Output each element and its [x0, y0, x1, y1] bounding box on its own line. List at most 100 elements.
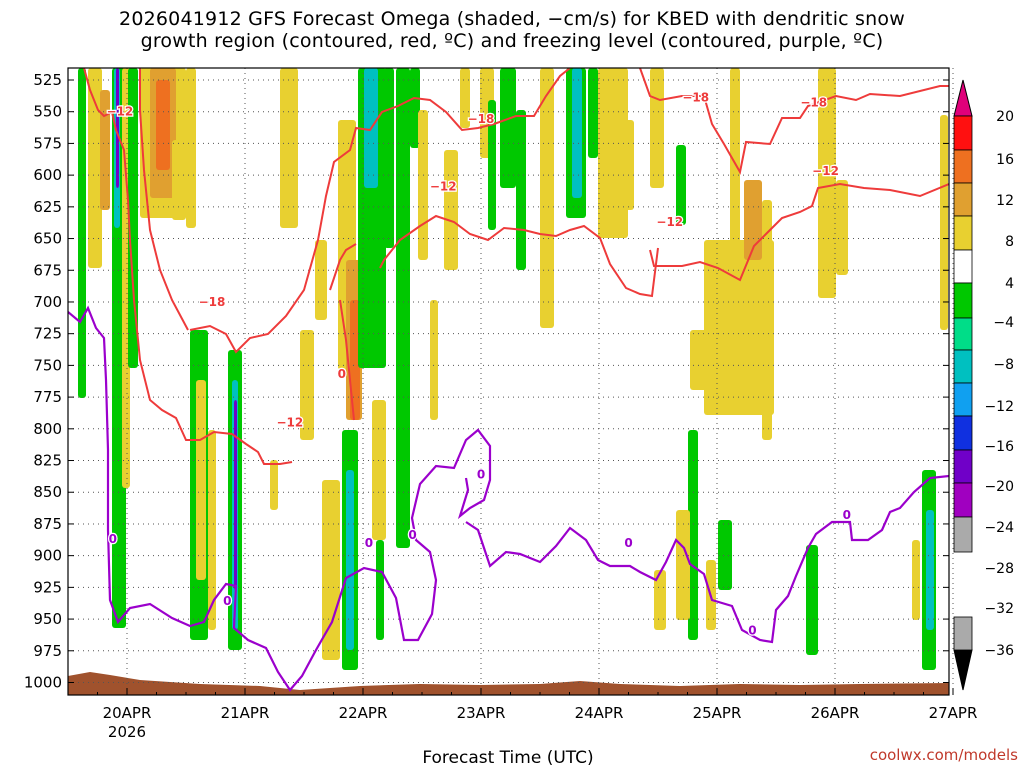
- y-tick-label: 600: [33, 166, 62, 184]
- y-tick-label: 800: [33, 420, 62, 438]
- omega-time-height-chart: −12 −18 −12 −12 −18 −12 −18 −18 −12 0 0 0 0 0 0 0 0 0 525…: [24, 67, 1018, 768]
- y-tick-label: 825: [33, 452, 62, 470]
- omega-shade-cell: [418, 110, 428, 260]
- colorbar-top-arrow: [953, 79, 973, 117]
- colorbar-label: −36: [984, 643, 1014, 659]
- colorbar-label: −12: [984, 399, 1014, 415]
- y-tick-label: 900: [33, 547, 62, 565]
- x-tick-label: 24APR: [575, 704, 624, 722]
- omega-shade-cell: [500, 68, 516, 188]
- colorbar-swatch: [953, 249, 973, 284]
- y-tick-label: 625: [33, 198, 62, 216]
- x-tick-label: 20APR: [103, 704, 152, 722]
- x-tick-label: 27APR: [929, 704, 978, 722]
- omega-shade-cell: [940, 115, 948, 330]
- omega-shade-cell: [88, 68, 102, 268]
- colorbar-swatch: [953, 282, 973, 319]
- omega-shade-cell: [912, 540, 920, 620]
- x-tick-label: 21APR: [221, 704, 270, 722]
- colorbar-swatch: [953, 516, 973, 553]
- colorbar-swatch: [953, 382, 973, 417]
- colorbar-swatch: [953, 616, 973, 651]
- contour-label: 0: [477, 467, 485, 481]
- y-tick-label: 750: [33, 356, 62, 374]
- year-label: 2026: [108, 723, 146, 741]
- omega-shade-cell: [172, 140, 186, 220]
- omega-shade-cell: [806, 545, 818, 655]
- y-tick-label: 975: [33, 642, 62, 660]
- y-tick-label: 950: [33, 610, 62, 628]
- colorbar-label: −28: [984, 561, 1014, 577]
- credit-link[interactable]: coolwx.com/models: [870, 746, 1018, 764]
- colorbar-swatch: [953, 115, 973, 151]
- colorbar-swatch: [953, 449, 973, 484]
- omega-shade-cell: [676, 145, 686, 225]
- contour-label: 0: [624, 536, 632, 550]
- omega-shade-cell: [572, 68, 582, 198]
- colorbar: 20 16 12 8 4 −4 −8 −12 −16 −20 −24 −28 −32 −36: [953, 79, 1014, 691]
- omega-shade-cell: [588, 68, 598, 158]
- omega-shade-cell: [650, 68, 664, 188]
- y-tick-label: 775: [33, 388, 62, 406]
- x-axis-title: Forecast Time (UTC): [422, 748, 593, 768]
- colorbar-label: −20: [984, 479, 1014, 495]
- y-tick-label: 875: [33, 515, 62, 533]
- y-tick-label: 725: [33, 325, 62, 343]
- omega-shade-cell: [516, 110, 526, 270]
- temperature-contour: [649, 182, 949, 282]
- omega-shade-cell: [836, 180, 848, 275]
- omega-shade-cell: [376, 540, 384, 640]
- y-tick-label: 575: [33, 134, 62, 152]
- contour-label: −18: [682, 91, 709, 105]
- colorbar-swatch: [953, 482, 973, 518]
- omega-shade-cell: [620, 120, 634, 210]
- omega-shade-cell: [384, 68, 394, 248]
- contour-label: 0: [748, 623, 756, 637]
- x-tick-label: 25APR: [693, 704, 742, 722]
- contour-label: −18: [800, 96, 827, 110]
- omega-shade-cell: [430, 300, 438, 420]
- x-tick-label: 26APR: [811, 704, 860, 722]
- omega-shade-cell: [444, 150, 458, 270]
- contour-label: 0: [408, 528, 416, 542]
- colorbar-swatch: [953, 149, 973, 184]
- omega-shade-cell: [676, 510, 690, 620]
- y-tick-label: 525: [33, 71, 62, 89]
- omega-shade-cell: [396, 68, 410, 548]
- contour-label: −12: [656, 215, 683, 229]
- omega-shade-cell: [156, 80, 170, 170]
- omega-shade-cell: [78, 68, 86, 398]
- colorbar-bottom-arrow: [953, 649, 973, 691]
- colorbar-label: −16: [984, 439, 1014, 455]
- colorbar-swatch: [953, 182, 973, 217]
- colorbar-label: 20: [996, 109, 1014, 125]
- colorbar-label: 8: [1005, 234, 1014, 250]
- colorbar-label: −8: [993, 357, 1014, 373]
- colorbar-label: −32: [984, 601, 1014, 617]
- colorbar-label: 16: [996, 152, 1014, 168]
- omega-shade-cell: [346, 470, 354, 650]
- terrain-fill: [68, 672, 949, 695]
- omega-shade-cell: [234, 400, 237, 590]
- omega-shade-cell: [926, 510, 934, 630]
- contour-label: 0: [109, 532, 117, 546]
- contour-label: 0: [223, 594, 231, 608]
- y-tick-label: 850: [33, 483, 62, 501]
- omega-shade-cell: [186, 68, 196, 228]
- colorbar-label: −24: [984, 520, 1014, 536]
- contour-label: −12: [107, 105, 134, 119]
- y-tick-label: 700: [33, 293, 62, 311]
- omega-shade-cell: [270, 460, 278, 510]
- x-tick-label: 23APR: [457, 704, 506, 722]
- contour-label: −12: [276, 415, 303, 429]
- colorbar-swatch: [953, 317, 973, 351]
- colorbar-label: −4: [993, 315, 1014, 331]
- colorbar-label: 4: [1005, 276, 1014, 292]
- contour-label: 0: [338, 367, 346, 381]
- omega-shade-cell: [196, 380, 206, 580]
- contour-label: −18: [468, 112, 495, 126]
- contour-label: −12: [812, 164, 839, 178]
- omega-shading-layer: [78, 68, 948, 670]
- x-tick-label: 22APR: [339, 704, 388, 722]
- contour-label: −12: [430, 179, 457, 193]
